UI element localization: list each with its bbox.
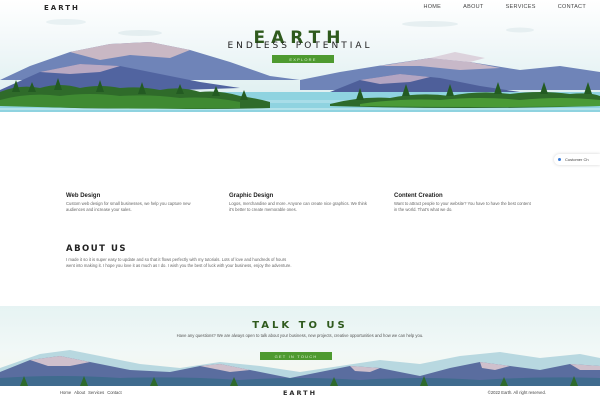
main-nav: HOME ABOUT SERVICES CONTACT: [423, 4, 586, 10]
mountain-landscape-illustration: [0, 350, 600, 386]
about-section: ABOUT US I made it so it is super easy t…: [66, 244, 296, 268]
nav-about[interactable]: ABOUT: [463, 4, 483, 10]
site-logo[interactable]: EARTH: [44, 4, 80, 12]
footer-copyright: ©2022 Earth. All right reserved.: [487, 390, 546, 395]
explore-button[interactable]: EXPLORE: [272, 55, 334, 63]
talk-heading: TALK TO US: [252, 320, 348, 331]
service-title: Content Creation: [394, 193, 443, 199]
chat-label: Customer Ch: [565, 157, 589, 162]
service-card-graphic-design: Graphic Design Logos, merchandise and mo…: [229, 193, 369, 212]
hero-section: EARTH HOME ABOUT SERVICES CONTACT EARTH …: [0, 0, 600, 120]
service-card-content-creation: Content Creation Want to attract people …: [394, 193, 534, 212]
talk-text: Have any questions? We are always open t…: [176, 333, 424, 338]
service-description: Want to attract people to your website? …: [394, 201, 531, 212]
service-card-web-design: Web Design Custom web design for small b…: [66, 193, 206, 212]
service-description: Custom web design for small businesses, …: [66, 201, 191, 212]
nav-services[interactable]: SERVICES: [506, 4, 536, 10]
contact-section: TALK TO US Have any questions? We are al…: [0, 306, 600, 386]
about-heading: ABOUT US: [66, 244, 127, 254]
service-title: Web Design: [66, 193, 101, 199]
service-title: Graphic Design: [229, 193, 274, 199]
get-in-touch-button[interactable]: GET IN TOUCH: [260, 352, 332, 360]
about-text: I made it so it is super easy to update …: [66, 257, 292, 268]
nav-contact[interactable]: CONTACT: [558, 4, 586, 10]
site-footer: Home About Services Contact EARTH ©2022 …: [0, 386, 600, 400]
chat-icon: [558, 158, 561, 161]
nav-home[interactable]: HOME: [423, 4, 441, 10]
hero-subtitle: ENDLESS POTENTIAL: [227, 41, 373, 51]
service-description: Logos, merchandise and more. Anyone can …: [229, 201, 367, 212]
top-navigation-bar: EARTH HOME ABOUT SERVICES CONTACT: [0, 0, 600, 16]
customer-chat-widget[interactable]: Customer Ch: [554, 154, 600, 165]
